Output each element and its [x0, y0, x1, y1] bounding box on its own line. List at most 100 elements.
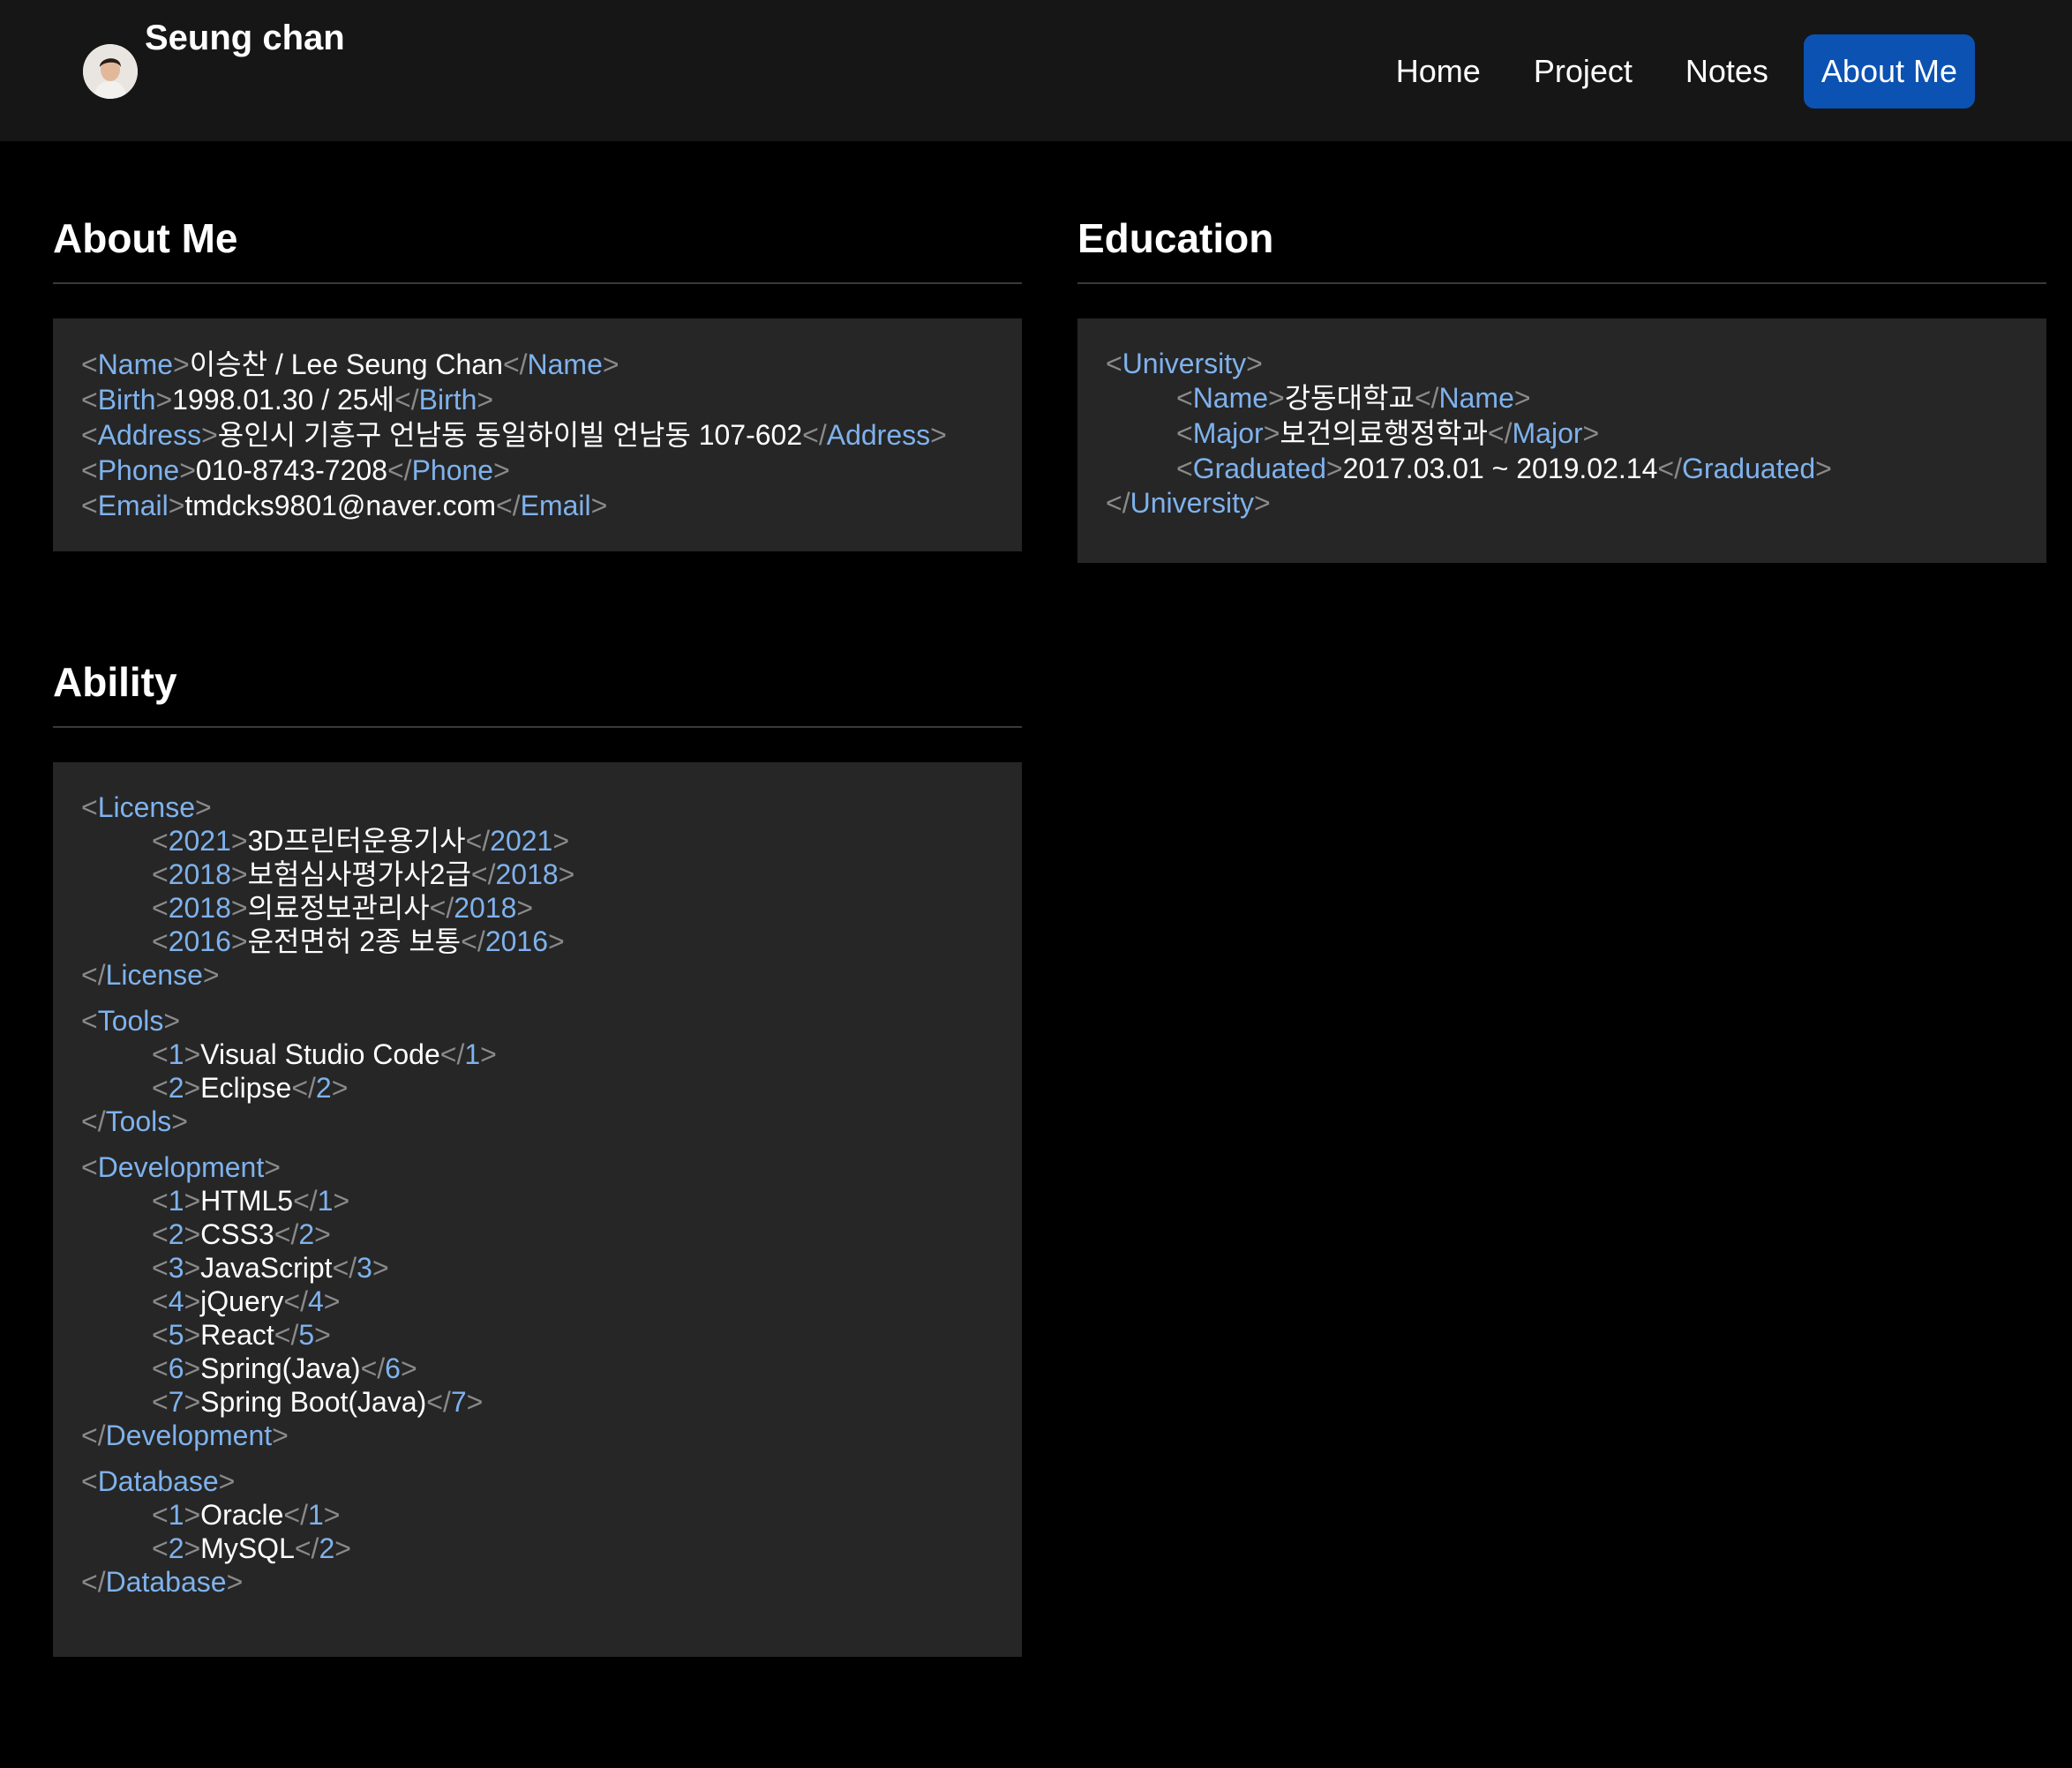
tag-name: Development	[97, 1151, 265, 1183]
tag-bracket: >	[230, 825, 248, 857]
code-value: JavaScript	[200, 1252, 333, 1284]
tag-bracket: >	[466, 1386, 484, 1418]
tag-bracket: >	[184, 1285, 201, 1317]
tag-bracket: <	[81, 791, 98, 823]
tag-bracket: >	[218, 1465, 236, 1497]
tag-name: 2	[298, 1218, 315, 1250]
tag-name: Major	[1192, 417, 1264, 449]
top-navbar: Seung chan Home Project Notes About Me	[0, 0, 2072, 141]
tag-bracket: >	[314, 1218, 331, 1250]
tag-bracket: >	[1582, 417, 1600, 449]
ability-divider	[53, 726, 1022, 728]
code-value: CSS3	[200, 1218, 274, 1250]
code-line: <1>Oracle</1>	[81, 1498, 994, 1532]
tag-bracket: </	[291, 1072, 316, 1104]
tag-bracket: </	[360, 1352, 386, 1384]
code-value: 보건의료행정학과	[1280, 417, 1488, 449]
tag-bracket: <	[1106, 348, 1122, 379]
tag-bracket: <	[152, 1499, 169, 1531]
code-line: <2016>운전면허 2종 보통</2016>	[81, 925, 994, 958]
code-line: <2018>보험심사평가사2급</2018>	[81, 858, 994, 891]
tag-name: 2021	[490, 825, 553, 857]
tag-name: Graduated	[1681, 453, 1816, 484]
tag-name: License	[97, 791, 195, 823]
tag-bracket: <	[152, 1319, 169, 1351]
tag-bracket: </	[81, 1420, 106, 1451]
code-value: Visual Studio Code	[200, 1038, 440, 1070]
tag-bracket: </	[293, 1185, 318, 1217]
tag-bracket: >	[314, 1319, 331, 1351]
tag-bracket: </	[274, 1218, 299, 1250]
tag-bracket: </	[461, 925, 485, 957]
code-value: React	[200, 1319, 274, 1351]
tag-bracket: </	[81, 1566, 106, 1598]
tag-name: Tools	[105, 1105, 172, 1137]
tag-name: Address	[97, 419, 202, 451]
tag-name: 2018	[168, 892, 231, 924]
tag-bracket: >	[602, 348, 619, 380]
tag-name: Name	[1192, 382, 1269, 414]
tag-bracket: >	[184, 1386, 201, 1418]
tag-bracket: >	[331, 1072, 349, 1104]
tag-bracket: >	[264, 1151, 281, 1183]
tag-bracket: >	[1246, 348, 1263, 379]
tag-bracket: <	[81, 1151, 98, 1183]
tag-name: 2	[168, 1532, 184, 1564]
brand-logo-link[interactable]: Seung chan	[83, 12, 348, 109]
tag-name: 2018	[168, 858, 231, 890]
tag-bracket: >	[1815, 453, 1832, 484]
code-value: 이승찬 / Lee Seung Chan	[189, 348, 503, 380]
tag-name: Phone	[411, 454, 494, 486]
tag-bracket: <	[152, 1252, 169, 1284]
tag-bracket: </	[1106, 487, 1130, 519]
tag-bracket: >	[226, 1566, 244, 1598]
code-line: </License>	[81, 958, 994, 992]
tag-name: Graduated	[1192, 453, 1326, 484]
nav-about-me[interactable]: About Me	[1803, 34, 1975, 109]
tag-bracket: >	[163, 1005, 181, 1037]
code-line: <Name>이승찬 / Lee Seung Chan</Name>	[81, 347, 994, 382]
tag-bracket: >	[179, 454, 196, 486]
tag-name: Tools	[97, 1005, 164, 1037]
code-line: <Birth>1998.01.30 / 25세</Birth>	[81, 382, 994, 417]
tag-bracket: </	[283, 1499, 308, 1531]
tag-name: 2016	[168, 925, 231, 957]
tag-name: Email	[520, 490, 591, 521]
tag-name: 2021	[168, 825, 231, 857]
tag-name: Email	[97, 490, 169, 521]
code-line: </Development>	[81, 1419, 994, 1452]
code-value: 2017.03.01 ~ 2019.02.14	[1342, 453, 1658, 484]
code-line: </Tools>	[81, 1105, 994, 1138]
nav-project[interactable]: Project	[1516, 34, 1650, 109]
tag-bracket: <	[152, 892, 169, 924]
code-value: 3D프린터운용기사	[247, 825, 466, 857]
tag-bracket: >	[155, 384, 173, 416]
tag-bracket: <	[152, 825, 169, 857]
tag-bracket: <	[152, 925, 169, 957]
nav-notes[interactable]: Notes	[1668, 34, 1786, 109]
tag-bracket: </	[496, 490, 521, 521]
tag-name: Major	[1512, 417, 1583, 449]
code-value: 의료정보관리사	[247, 892, 430, 924]
tag-name: 2018	[454, 892, 517, 924]
tag-name: 1	[308, 1499, 324, 1531]
profile-avatar	[83, 44, 138, 99]
tag-name: Birth	[418, 384, 477, 416]
code-value: 보험심사평가사2급	[247, 858, 471, 890]
tag-name: Name	[97, 348, 174, 380]
tag-name: 1	[168, 1499, 184, 1531]
code-line: <Development>	[81, 1150, 994, 1184]
tag-bracket: </	[274, 1319, 299, 1351]
code-line: <License>	[81, 790, 994, 824]
nav-home[interactable]: Home	[1378, 34, 1498, 109]
tag-name: 4	[308, 1285, 324, 1317]
tag-bracket: <	[81, 454, 98, 486]
tag-bracket: >	[323, 1285, 341, 1317]
tag-name: 6	[168, 1352, 184, 1384]
tag-bracket: >	[323, 1499, 341, 1531]
tag-name: Birth	[97, 384, 156, 416]
tag-bracket: <	[152, 1185, 169, 1217]
code-line: <1>Visual Studio Code</1>	[81, 1038, 994, 1071]
